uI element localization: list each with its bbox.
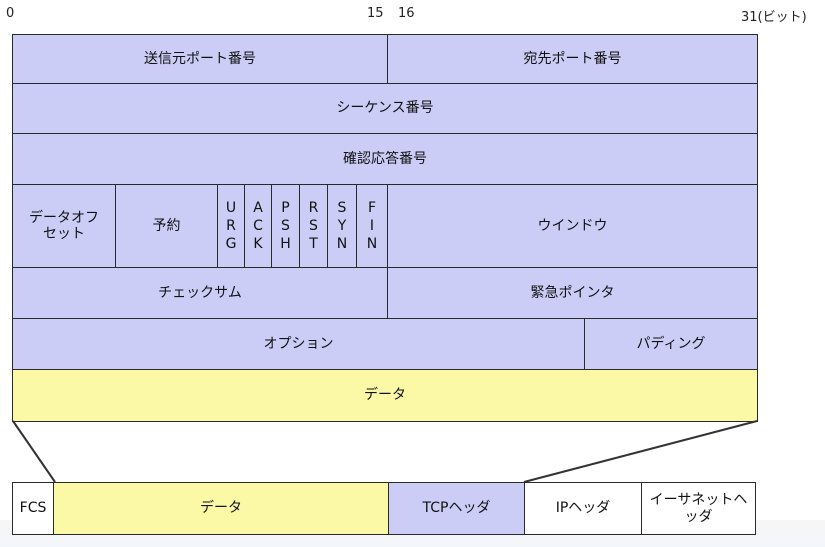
tcp-header-label: TCPヘッダ	[422, 500, 491, 517]
connector-lines	[12, 420, 758, 483]
frame-data-field: データ	[53, 482, 389, 535]
ip-header-label: IPヘッダ	[555, 500, 611, 517]
fcs-label: FCS	[19, 500, 47, 517]
ethernet-header-label-line2: ッダ	[684, 508, 713, 525]
ethernet-header-block: イーサネットヘ ッダ	[641, 482, 756, 535]
connector-line-left	[12, 420, 56, 483]
ip-header-block: IPヘッダ	[524, 482, 642, 535]
frame-data-label: データ	[200, 500, 242, 517]
tcp-header-block: TCPヘッダ	[388, 482, 525, 535]
ethernet-header-label-line1: イーサネットヘ	[649, 492, 748, 509]
fcs-field: FCS	[12, 482, 54, 535]
connector-line-right	[523, 420, 758, 483]
